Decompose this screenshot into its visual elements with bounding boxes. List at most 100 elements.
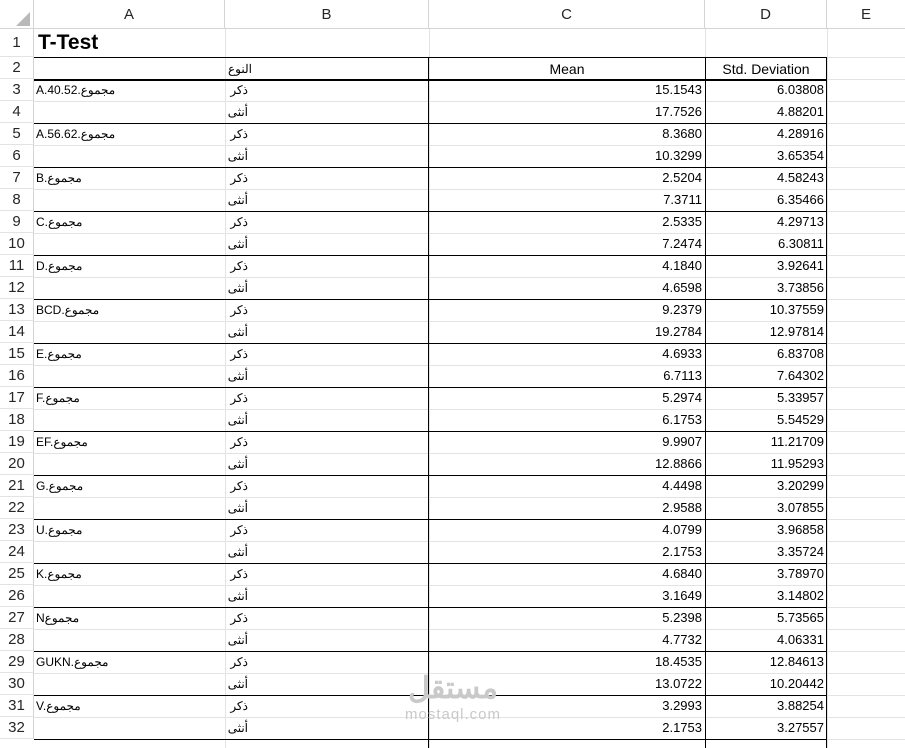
sex-label[interactable]: ذكر (226, 607, 248, 629)
std-value[interactable]: 3.73856 (705, 277, 824, 299)
row-header-25[interactable]: 25 (0, 563, 34, 585)
row-header-2[interactable]: 2 (0, 57, 34, 79)
row-header-4[interactable]: 4 (0, 101, 34, 123)
std-value[interactable]: 3.27557 (705, 717, 824, 739)
mean-value[interactable]: 19.2784 (429, 321, 702, 343)
row-header-13[interactable]: 13 (0, 299, 34, 321)
std-value[interactable]: 3.20299 (705, 475, 824, 497)
mean-value[interactable]: 4.6933 (429, 343, 702, 365)
group-label[interactable]: E.مجموع (36, 343, 224, 365)
mean-value[interactable]: 5.2974 (429, 387, 702, 409)
std-value[interactable]: 4.58243 (705, 167, 824, 189)
group-label[interactable]: A.40.52.مجموع (36, 79, 224, 101)
header-mean[interactable]: Mean (429, 58, 705, 80)
mean-value[interactable]: 2.5204 (429, 167, 702, 189)
group-label[interactable]: EF.مجموع (36, 431, 224, 453)
std-value[interactable]: 12.97814 (705, 321, 824, 343)
sex-label[interactable]: أنثى (226, 673, 248, 695)
mean-value[interactable]: 7.3711 (429, 189, 702, 211)
group-label[interactable]: G.مجموع (36, 475, 224, 497)
std-value[interactable]: 6.03808 (705, 79, 824, 101)
row-header-21[interactable]: 21 (0, 475, 34, 497)
mean-value[interactable]: 17.7526 (429, 101, 702, 123)
group-label[interactable]: Nمجموع (36, 607, 224, 629)
sex-label[interactable]: ذكر (226, 563, 248, 585)
std-value[interactable]: 10.20442 (705, 673, 824, 695)
mean-value[interactable]: 4.6840 (429, 563, 702, 585)
std-value[interactable]: 6.83708 (705, 343, 824, 365)
std-value[interactable]: 5.33957 (705, 387, 824, 409)
sex-label[interactable]: ذكر (226, 519, 248, 541)
column-header-b[interactable]: B (225, 0, 429, 29)
std-value[interactable]: 3.96858 (705, 519, 824, 541)
mean-value[interactable]: 4.6598 (429, 277, 702, 299)
sex-label[interactable]: ذكر (226, 343, 248, 365)
std-value[interactable]: 3.35724 (705, 541, 824, 563)
std-value[interactable]: 6.35466 (705, 189, 824, 211)
sex-label[interactable]: ذكر (226, 79, 248, 101)
sex-label[interactable]: أنثى (226, 497, 248, 519)
sex-label[interactable]: أنثى (226, 145, 248, 167)
sex-label[interactable]: أنثى (226, 277, 248, 299)
mean-value[interactable]: 4.7732 (429, 629, 702, 651)
header-std-deviation[interactable]: Std. Deviation (705, 58, 827, 80)
std-value[interactable]: 11.21709 (705, 431, 824, 453)
row-header-32[interactable]: 32 (0, 717, 34, 739)
mean-value[interactable]: 2.5335 (429, 211, 702, 233)
mean-value[interactable]: 4.0799 (429, 519, 702, 541)
mean-value[interactable]: 2.9588 (429, 497, 702, 519)
row-header-11[interactable]: 11 (0, 255, 34, 277)
sex-label[interactable]: ذكر (226, 475, 248, 497)
row-header-18[interactable]: 18 (0, 409, 34, 431)
sex-label[interactable]: أنثى (226, 453, 248, 475)
row-header-30[interactable]: 30 (0, 673, 34, 695)
column-header-c[interactable]: C (429, 0, 705, 29)
std-value[interactable]: 4.28916 (705, 123, 824, 145)
sex-label[interactable]: أنثى (226, 409, 248, 431)
sex-label[interactable]: أنثى (226, 101, 248, 123)
mean-value[interactable]: 3.1649 (429, 585, 702, 607)
sex-label[interactable]: أنثى (226, 717, 248, 739)
sex-label[interactable]: أنثى (226, 585, 248, 607)
row-header-1[interactable]: 1 (0, 29, 34, 57)
row-header-28[interactable]: 28 (0, 629, 34, 651)
std-value[interactable]: 5.54529 (705, 409, 824, 431)
sex-label[interactable]: أنثى (226, 365, 248, 387)
mean-value[interactable]: 2.1753 (429, 541, 702, 563)
row-header-19[interactable]: 19 (0, 431, 34, 453)
group-label[interactable]: F.مجموع (36, 387, 224, 409)
row-header-8[interactable]: 8 (0, 189, 34, 211)
sex-label[interactable]: ذكر (226, 431, 248, 453)
std-value[interactable]: 7.64302 (705, 365, 824, 387)
mean-value[interactable]: 15.1543 (429, 79, 702, 101)
row-header-5[interactable]: 5 (0, 123, 34, 145)
row-header-24[interactable]: 24 (0, 541, 34, 563)
row-header-27[interactable]: 27 (0, 607, 34, 629)
row-header-12[interactable]: 12 (0, 277, 34, 299)
table-title[interactable]: T-Test (38, 30, 98, 56)
mean-value[interactable]: 4.4498 (429, 475, 702, 497)
std-value[interactable]: 3.14802 (705, 585, 824, 607)
row-header-20[interactable]: 20 (0, 453, 34, 475)
std-value[interactable]: 5.73565 (705, 607, 824, 629)
row-header-7[interactable]: 7 (0, 167, 34, 189)
mean-value[interactable]: 7.2474 (429, 233, 702, 255)
mean-value[interactable]: 5.2398 (429, 607, 702, 629)
mean-value[interactable]: 6.1753 (429, 409, 702, 431)
std-value[interactable]: 4.29713 (705, 211, 824, 233)
mean-value[interactable]: 4.1840 (429, 255, 702, 277)
row-header-29[interactable]: 29 (0, 651, 34, 673)
sex-label[interactable]: أنثى (226, 541, 248, 563)
mean-value[interactable]: 9.9907 (429, 431, 702, 453)
group-label[interactable]: U.مجموع (36, 519, 224, 541)
sex-label[interactable]: أنثى (226, 189, 248, 211)
mean-value[interactable]: 9.2379 (429, 299, 702, 321)
sex-label[interactable]: ذكر (226, 255, 248, 277)
row-header-26[interactable]: 26 (0, 585, 34, 607)
column-header-a[interactable]: A (34, 0, 225, 29)
group-label[interactable]: V.مجموع (36, 695, 224, 717)
mean-value[interactable]: 6.7113 (429, 365, 702, 387)
std-value[interactable]: 3.92641 (705, 255, 824, 277)
row-header-17[interactable]: 17 (0, 387, 34, 409)
sex-label[interactable]: ذكر (226, 695, 248, 717)
